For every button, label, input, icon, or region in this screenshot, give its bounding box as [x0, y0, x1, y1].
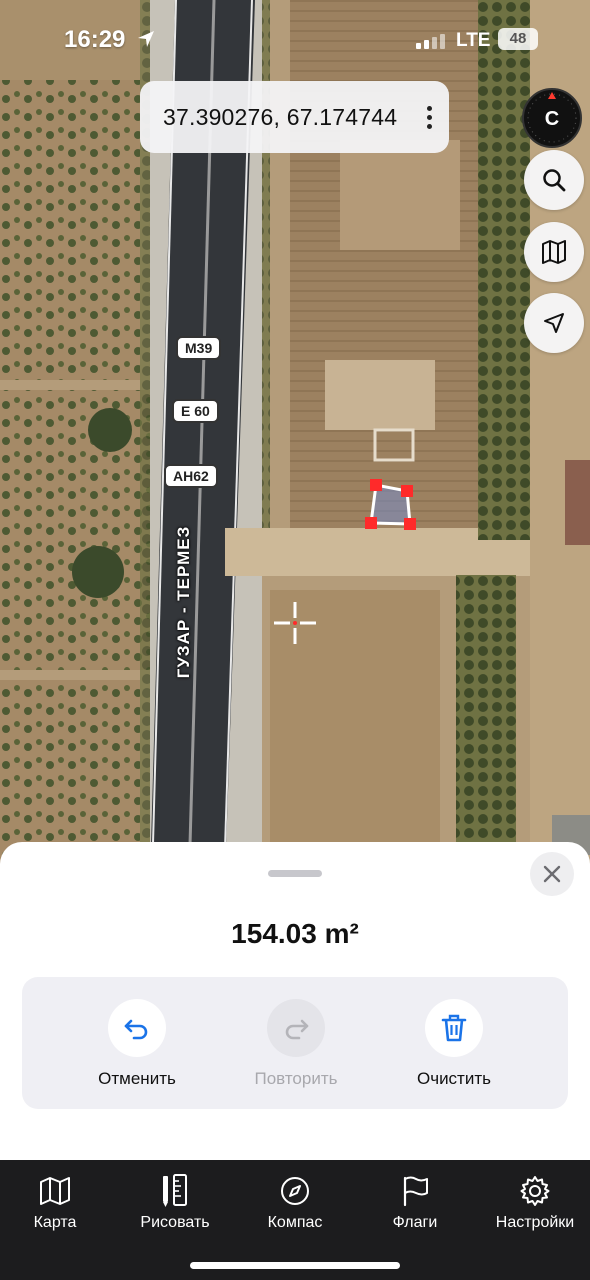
search-button[interactable]: [524, 150, 584, 210]
tab-settings-label: Настройки: [495, 1214, 575, 1231]
drawing-actions-panel: Отменить Повторить Очистить: [22, 977, 568, 1109]
network-type: LTE: [456, 30, 491, 51]
satellite-map[interactable]: 16:29 LTE 48 37.390276, 67.174744 С M39 …: [0, 0, 590, 880]
search-icon: [543, 169, 566, 192]
map-icon: [40, 1177, 70, 1205]
clear-button[interactable]: Очистить: [384, 999, 524, 1089]
redo-button[interactable]: Повторить: [226, 999, 366, 1089]
map-layers-button[interactable]: [524, 222, 584, 282]
home-indicator: [190, 1262, 400, 1269]
tab-draw-label: Рисовать: [140, 1214, 210, 1231]
tab-compass[interactable]: Компас: [240, 1174, 350, 1232]
flag-icon: [403, 1176, 428, 1207]
gear-icon: [520, 1176, 550, 1206]
tab-compass-label: Компас: [267, 1214, 323, 1231]
tab-map[interactable]: Карта: [0, 1174, 110, 1232]
road-shield-e60: E 60: [172, 399, 219, 423]
compass-icon: [281, 1177, 309, 1205]
coordinates-text: 37.390276, 67.174744: [163, 103, 398, 130]
polygon-vertex[interactable]: [401, 485, 413, 497]
tab-flags[interactable]: Флаги: [360, 1174, 470, 1232]
undo-icon: [124, 1019, 148, 1040]
battery-indicator: 48: [498, 28, 538, 50]
clear-label: Очистить: [416, 1069, 491, 1088]
ruler-pencil-icon: [163, 1174, 187, 1207]
measurement-sheet: 154.03 m² Отменить Повторить Очистить: [0, 842, 590, 1162]
tab-flags-label: Флаги: [392, 1214, 438, 1231]
locate-me-button[interactable]: [524, 293, 584, 353]
location-arrow-icon: [544, 313, 564, 333]
polygon-vertex[interactable]: [404, 518, 416, 530]
close-button[interactable]: [530, 852, 574, 896]
location-arrow-icon: [138, 31, 154, 47]
redo-label: Повторить: [254, 1069, 338, 1088]
road-shield-m39: M39: [176, 336, 222, 360]
more-vertical-icon[interactable]: [427, 106, 433, 130]
status-bar: 16:29 LTE 48: [0, 0, 590, 80]
undo-button[interactable]: Отменить: [67, 999, 207, 1089]
undo-label: Отменить: [98, 1069, 176, 1088]
tab-settings[interactable]: Настройки: [480, 1174, 590, 1232]
compass-north-label: С: [544, 108, 560, 130]
trash-icon: [441, 1014, 467, 1042]
signal-icon: [416, 34, 445, 49]
tab-draw[interactable]: Рисовать: [120, 1174, 230, 1232]
polygon-vertex[interactable]: [365, 517, 377, 529]
redo-icon: [285, 1019, 309, 1040]
compass-button[interactable]: С: [522, 88, 582, 148]
road-name-label: ГУЗАР - ТЕРМЕЗ: [174, 525, 193, 679]
map-icon: [542, 240, 566, 264]
close-icon: [543, 865, 561, 883]
tab-map-label: Карта: [33, 1214, 77, 1231]
status-time: 16:29: [64, 26, 126, 53]
area-value: 154.03 m²: [231, 918, 359, 949]
polygon-vertex[interactable]: [370, 479, 382, 491]
coordinates-pill[interactable]: 37.390276, 67.174744: [140, 81, 449, 153]
sheet-grabber[interactable]: [268, 870, 322, 877]
